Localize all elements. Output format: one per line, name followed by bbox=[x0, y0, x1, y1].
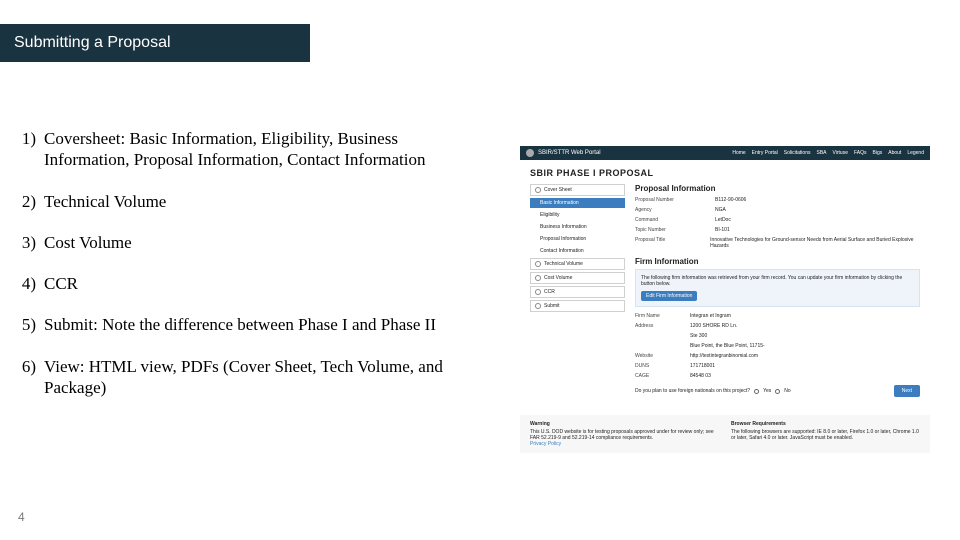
field-value: LetDoc bbox=[715, 217, 731, 223]
firm-note: The following firm information was retri… bbox=[641, 275, 914, 287]
edit-firm-button[interactable]: Edit Firm Information bbox=[641, 291, 697, 301]
radio-no[interactable] bbox=[775, 389, 780, 394]
step-ccr[interactable]: CCR bbox=[530, 286, 625, 298]
field-label: Proposal Number bbox=[635, 197, 715, 203]
slide-title: Submitting a Proposal bbox=[14, 34, 171, 52]
list-num: 5) bbox=[16, 314, 44, 335]
field-value: Integran et Ingram bbox=[690, 313, 731, 319]
field-value: NGA bbox=[715, 207, 726, 213]
field-value: BI-101 bbox=[715, 227, 730, 233]
list-num: 2) bbox=[16, 191, 44, 212]
field-value: B112-90-0606 bbox=[715, 197, 746, 203]
footer-warning-title: Warning bbox=[530, 421, 719, 427]
list-num: 6) bbox=[16, 356, 44, 399]
list-item: 5)Submit: Note the difference between Ph… bbox=[16, 314, 476, 335]
field-label: Proposal Title bbox=[635, 237, 710, 249]
field-label: Topic Number bbox=[635, 227, 715, 233]
step-submit[interactable]: Submit bbox=[530, 300, 625, 312]
portal-page-title: SBIR PHASE I PROPOSAL bbox=[530, 168, 920, 178]
field-value: Blue Point, the Blue Point, 11715- bbox=[690, 343, 765, 349]
field-value: http://testintegranbinomial.com bbox=[690, 353, 758, 359]
page-number: 4 bbox=[18, 510, 25, 524]
list-text: CCR bbox=[44, 273, 476, 294]
nav-links: Home Entry Portal Solicitations SBA Virt… bbox=[732, 150, 924, 156]
field-label: Command bbox=[635, 217, 715, 223]
step-tech[interactable]: Technical Volume bbox=[530, 258, 625, 270]
slide-title-bar: Submitting a Proposal bbox=[0, 24, 310, 62]
portal-brand: SBIR/STTR Web Portal bbox=[538, 150, 601, 156]
field-label bbox=[635, 343, 690, 349]
nav-link[interactable]: Solicitations bbox=[784, 150, 811, 156]
step-proposal[interactable]: Proposal Information bbox=[530, 234, 625, 244]
portal-footer: Warning This U.S. DOD website is for tes… bbox=[520, 415, 930, 453]
nav-link[interactable]: Virtuse bbox=[833, 150, 848, 156]
nav-link[interactable]: Entry Portal bbox=[752, 150, 778, 156]
portal-main: Proposal Information Proposal NumberB112… bbox=[635, 184, 920, 397]
field-label: Agency bbox=[635, 207, 715, 213]
step-basic[interactable]: Basic Information bbox=[530, 198, 625, 208]
field-value: Innovative Technologies for Ground-senso… bbox=[710, 237, 920, 249]
step-icon bbox=[535, 187, 541, 193]
next-button[interactable]: Next bbox=[894, 385, 920, 397]
step-cost[interactable]: Cost Volume bbox=[530, 272, 625, 284]
list-num: 4) bbox=[16, 273, 44, 294]
privacy-link[interactable]: Privacy Policy bbox=[530, 441, 561, 447]
footer-req-title: Browser Requirements bbox=[731, 421, 920, 427]
step-icon bbox=[535, 261, 541, 267]
firm-info-box: The following firm information was retri… bbox=[635, 269, 920, 307]
step-icon bbox=[535, 303, 541, 309]
list-item: 4)CCR bbox=[16, 273, 476, 294]
field-value: 1200 SHORE RD Ln. bbox=[690, 323, 737, 329]
list-text: View: HTML view, PDFs (Cover Sheet, Tech… bbox=[44, 356, 476, 399]
field-label: Website bbox=[635, 353, 690, 359]
step-eligibility[interactable]: Eligibility bbox=[530, 210, 625, 220]
itar-question: Do you plan to use foreign nationals on … bbox=[635, 388, 791, 394]
field-label bbox=[635, 333, 690, 339]
list-item: 2)Technical Volume bbox=[16, 191, 476, 212]
list-num: 3) bbox=[16, 232, 44, 253]
list-num: 1) bbox=[16, 128, 44, 171]
step-contact[interactable]: Contact Information bbox=[530, 246, 625, 256]
list-text: Technical Volume bbox=[44, 191, 476, 212]
step-sidebar: Cover Sheet Basic Information Eligibilit… bbox=[530, 184, 625, 397]
section-title: Proposal Information bbox=[635, 184, 920, 193]
nav-link[interactable]: SBA bbox=[816, 150, 826, 156]
step-icon bbox=[535, 289, 541, 295]
step-cover[interactable]: Cover Sheet bbox=[530, 184, 625, 196]
list-item: 3)Cost Volume bbox=[16, 232, 476, 253]
step-icon bbox=[535, 275, 541, 281]
field-label: Address bbox=[635, 323, 690, 329]
field-value: 84548 03 bbox=[690, 373, 711, 379]
field-value: 171718001 bbox=[690, 363, 715, 369]
portal-nav: SBIR/STTR Web Portal Home Entry Portal S… bbox=[520, 146, 930, 160]
nav-link[interactable]: Bigs bbox=[873, 150, 883, 156]
field-label: Firm Name bbox=[635, 313, 690, 319]
radio-yes[interactable] bbox=[754, 389, 759, 394]
list-item: 6)View: HTML view, PDFs (Cover Sheet, Te… bbox=[16, 356, 476, 399]
footer-warning: This U.S. DOD website is for testing pro… bbox=[530, 429, 719, 441]
nav-link[interactable]: Legend bbox=[907, 150, 924, 156]
numbered-list: 1)Coversheet: Basic Information, Eligibi… bbox=[16, 128, 476, 418]
list-item: 1)Coversheet: Basic Information, Eligibi… bbox=[16, 128, 476, 171]
list-text: Submit: Note the difference between Phas… bbox=[44, 314, 476, 335]
field-label: CAGE bbox=[635, 373, 690, 379]
logo-icon bbox=[526, 149, 534, 157]
nav-link[interactable]: About bbox=[888, 150, 901, 156]
nav-link[interactable]: Home bbox=[732, 150, 745, 156]
firm-title: Firm Information bbox=[635, 257, 920, 266]
list-text: Cost Volume bbox=[44, 232, 476, 253]
nav-link[interactable]: FAQs bbox=[854, 150, 867, 156]
list-text: Coversheet: Basic Information, Eligibili… bbox=[44, 128, 476, 171]
footer-req: The following browsers are supported: IE… bbox=[731, 429, 920, 441]
step-business[interactable]: Business Information bbox=[530, 222, 625, 232]
portal-screenshot: SBIR/STTR Web Portal Home Entry Portal S… bbox=[520, 146, 930, 456]
field-label: DUNS bbox=[635, 363, 690, 369]
field-value: Ste 300 bbox=[690, 333, 707, 339]
